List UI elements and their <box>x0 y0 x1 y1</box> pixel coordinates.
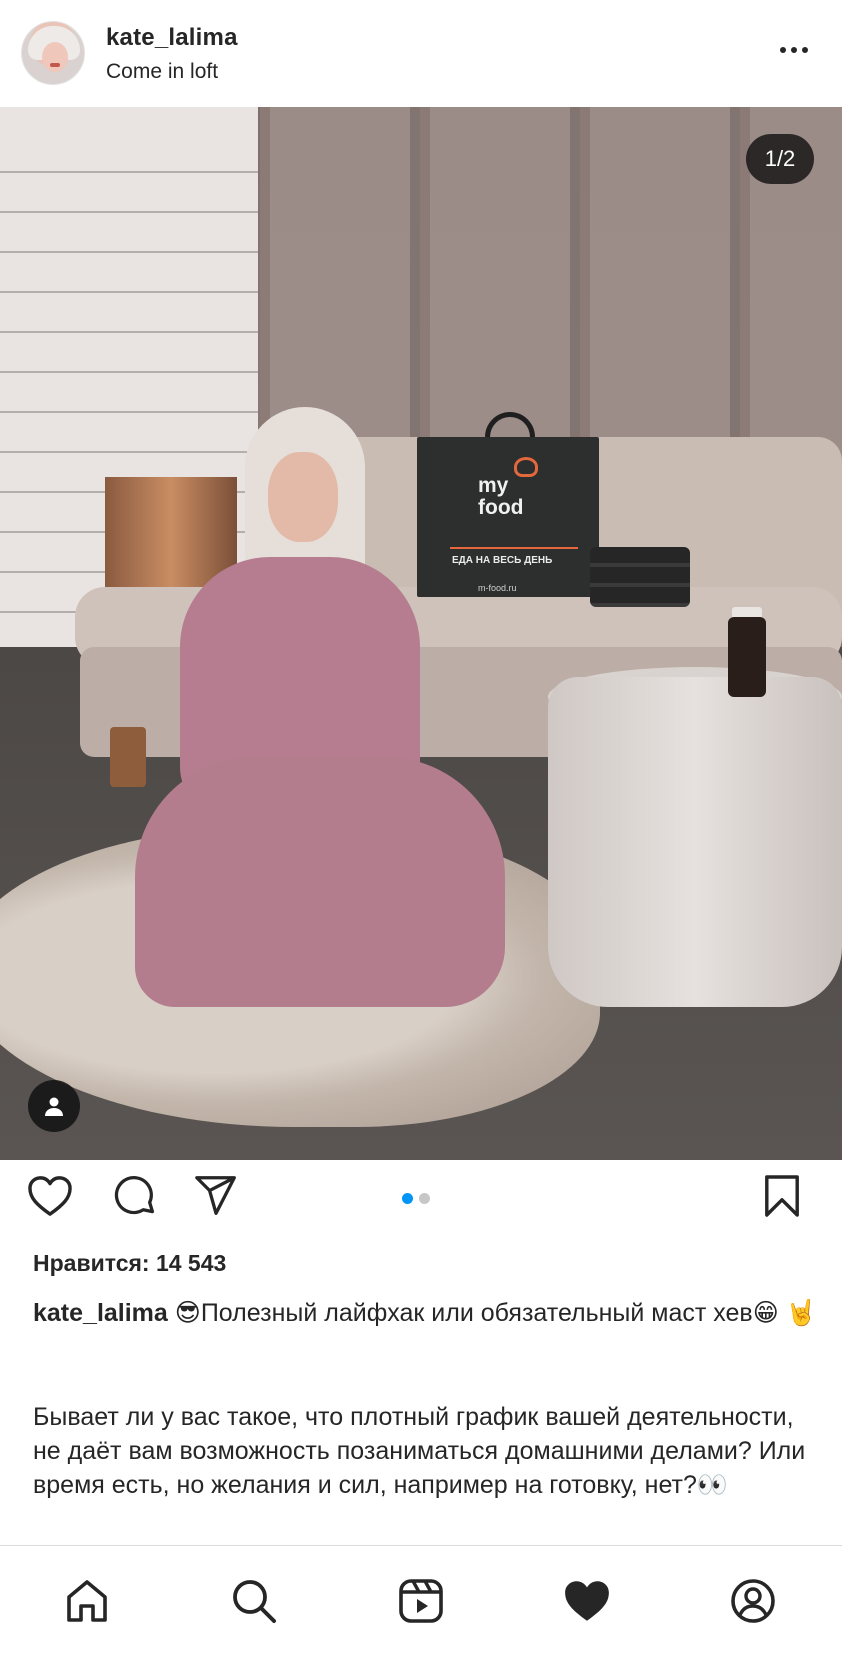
sofa-leg <box>110 727 146 787</box>
comment-button[interactable] <box>107 1168 163 1224</box>
more-options-button[interactable] <box>770 35 818 65</box>
carousel-counter: 1/2 <box>746 134 814 184</box>
avatar[interactable] <box>21 21 85 85</box>
search-icon <box>233 1580 276 1623</box>
bag-tagline: ЕДА НА ВЕСЬ ДЕНЬ <box>452 555 553 566</box>
nav-profile-button[interactable] <box>723 1571 783 1631</box>
bag-url: m-food.ru <box>478 583 517 593</box>
nav-activity-button[interactable] <box>557 1571 617 1631</box>
caption-text: 😎Полезный лайфхак или обязательный маст … <box>167 1299 817 1327</box>
post-photo[interactable]: my food ЕДА НА ВЕСЬ ДЕНЬ m-food.ru 1/2 <box>0 107 842 1160</box>
caption-body: Бывает ли у вас такое, что плотный графи… <box>33 1400 823 1502</box>
share-button[interactable] <box>188 1168 244 1224</box>
carousel-dot <box>419 1193 430 1204</box>
comment-icon <box>114 1176 155 1215</box>
profile-icon <box>731 1579 775 1623</box>
bookmark-icon <box>765 1175 799 1217</box>
like-button[interactable] <box>22 1168 78 1224</box>
carousel-indicator <box>402 1193 430 1204</box>
nav-home-button[interactable] <box>57 1571 117 1631</box>
person-legs <box>135 757 505 1007</box>
post-username[interactable]: kate_lalima <box>106 24 238 52</box>
food-boxes <box>590 547 690 607</box>
caption: kate_lalima 😎Полезный лайфхак или обязат… <box>33 1296 823 1330</box>
post-location[interactable]: Come in loft <box>106 60 218 84</box>
post-header: kate_lalima Come in loft <box>0 0 842 107</box>
pouf <box>548 677 842 1007</box>
person-face <box>268 452 338 542</box>
user-tag-icon <box>45 1097 63 1116</box>
nav-reels-button[interactable] <box>391 1571 451 1631</box>
save-button[interactable] <box>754 1168 810 1224</box>
carousel-dot-active <box>402 1193 413 1204</box>
home-icon <box>67 1580 107 1622</box>
user-tag-button[interactable] <box>28 1080 80 1132</box>
likes-count[interactable]: Нравится: 14 543 <box>33 1250 226 1277</box>
avatar-lips <box>50 63 60 67</box>
bag-brand: my food <box>478 474 524 519</box>
heart-outline-icon <box>28 1176 72 1216</box>
caption-username[interactable]: kate_lalima <box>33 1299 168 1327</box>
bag-line <box>450 547 578 549</box>
bottle <box>728 617 766 697</box>
caption-body-text: Бывает ли у вас такое, что плотный графи… <box>33 1403 806 1499</box>
more-dot <box>802 47 808 53</box>
avatar-face <box>42 42 68 72</box>
heart-filled-icon <box>565 1581 609 1621</box>
send-icon <box>195 1176 236 1215</box>
more-horizontal-icon <box>780 47 786 53</box>
bottom-nav <box>0 1545 842 1655</box>
more-dot <box>791 47 797 53</box>
bag-heart-logo <box>514 457 538 477</box>
nav-search-button[interactable] <box>224 1571 284 1631</box>
reels-icon <box>399 1579 443 1623</box>
